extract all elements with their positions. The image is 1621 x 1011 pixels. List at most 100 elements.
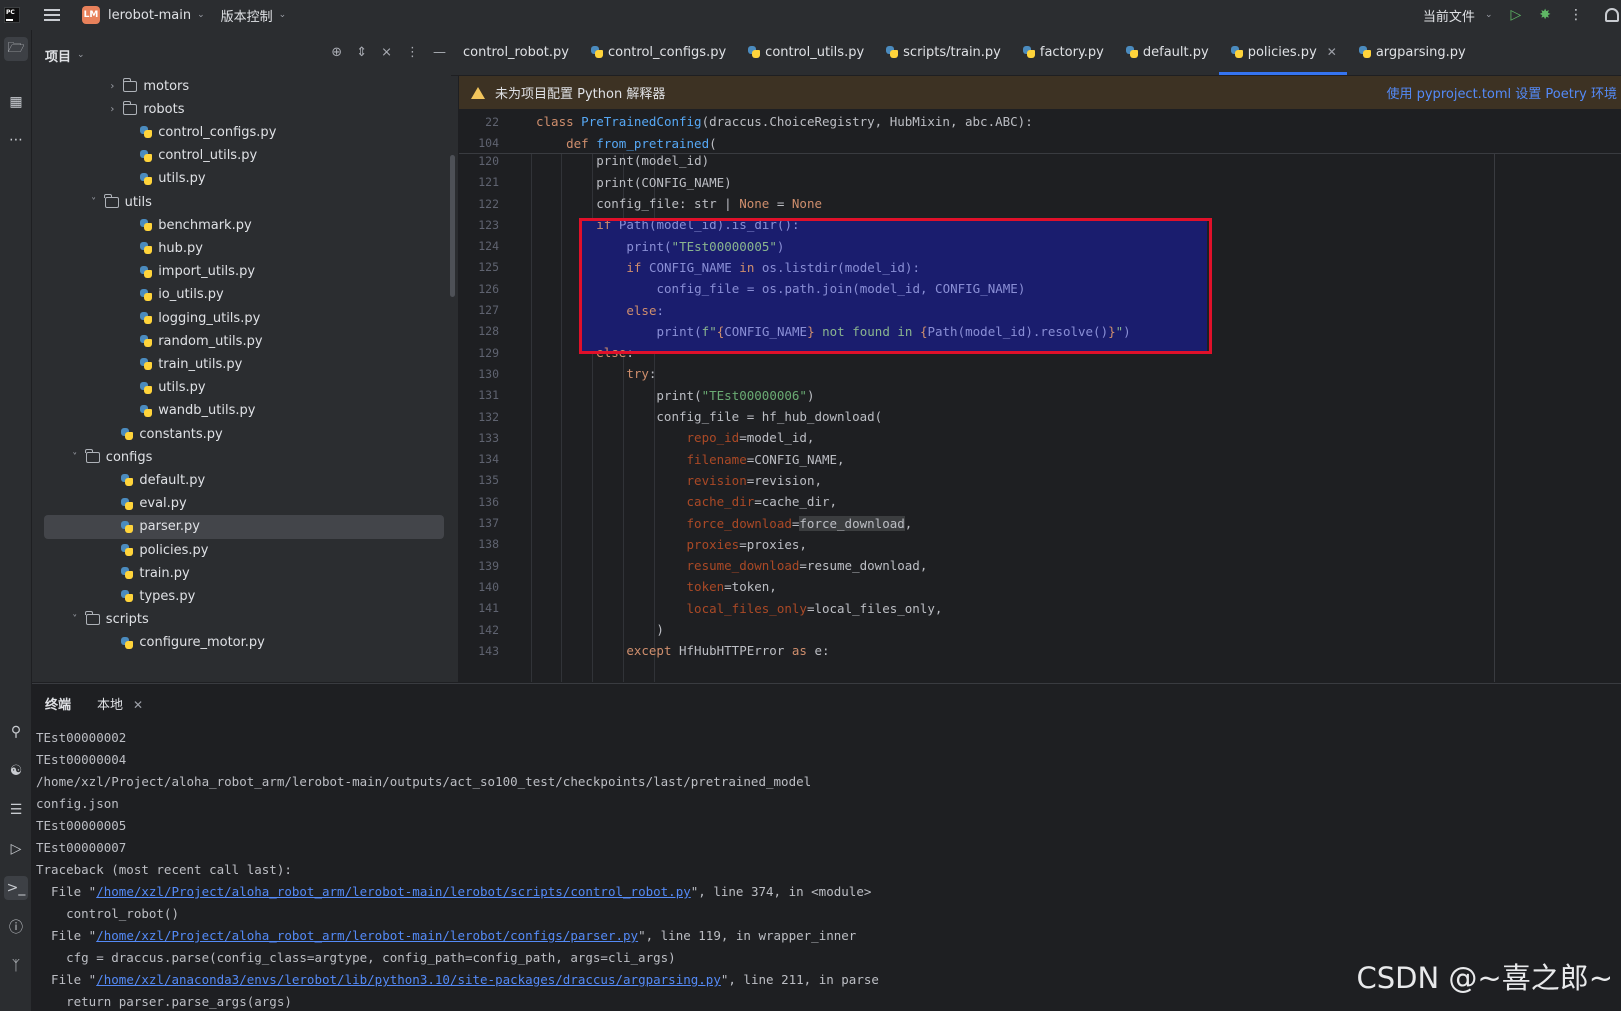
chevron-down-icon[interactable]: ⌄ <box>197 10 205 20</box>
tree-file[interactable]: parser.py <box>44 514 444 539</box>
terminal-file-link[interactable]: /home/xzl/anaconda3/envs/lerobot/lib/pyt… <box>96 972 721 987</box>
terminal-session-tab[interactable]: 本地 ✕ <box>97 694 143 713</box>
banner-link[interactable]: 使用 pyproject.toml 设置 Poetry 环境 <box>1386 83 1617 102</box>
code-line[interactable]: 140 token=token, <box>459 576 1621 598</box>
tab-label: scripts/train.py <box>903 44 1001 60</box>
tree-file[interactable]: train.py <box>32 561 452 585</box>
run-icon[interactable]: ▷ <box>1510 7 1521 23</box>
vcs-menu[interactable]: 版本控制 <box>221 6 273 25</box>
more-actions-icon[interactable]: ⋮ <box>1569 7 1583 23</box>
chevron-down-icon[interactable]: ⌄ <box>1485 10 1493 20</box>
tree-folder[interactable]: ˅ configs <box>32 445 452 469</box>
tree-file[interactable]: utils.py <box>32 167 452 191</box>
tree-file[interactable]: random_utils.py <box>32 329 452 353</box>
editor-tab[interactable]: control_configs.py <box>579 30 736 75</box>
run-config-selector[interactable]: 当前文件 <box>1423 6 1475 25</box>
code-line[interactable]: 135 revision=revision, <box>459 470 1621 492</box>
chevron-down-icon[interactable]: ˅ <box>68 614 82 625</box>
tree-file[interactable]: policies.py <box>32 538 452 562</box>
terminal-panel: 终端 本地 ✕ TEst00000002 TEst00000004/home/xzl… <box>32 683 1621 1011</box>
chevron-down-icon[interactable]: ˅ <box>68 452 82 463</box>
terminal-output[interactable]: TEst00000002 TEst00000004/home/xzl/Projec… <box>36 727 879 1011</box>
line-number: 125 <box>478 260 499 275</box>
code-line[interactable]: 131 print("TEst00000006") <box>459 384 1621 406</box>
chevron-down-icon[interactable]: ⌄ <box>77 50 85 60</box>
editor-tab[interactable]: control_utils.py <box>736 30 874 75</box>
code-line[interactable]: 132 config_file = hf_hub_download( <box>459 406 1621 428</box>
terminal-icon[interactable]: >_ <box>4 876 28 900</box>
search-icon[interactable]: ⚲ <box>4 720 28 744</box>
project-badge[interactable]: LM <box>82 6 100 24</box>
tree-file[interactable]: control_configs.py <box>32 120 452 144</box>
hide-panel-icon[interactable]: — <box>433 45 446 60</box>
locate-icon[interactable]: ⊕ <box>331 45 342 60</box>
tree-file[interactable]: import_utils.py <box>32 260 452 284</box>
close-icon[interactable]: ✕ <box>133 698 143 712</box>
tree-folder[interactable]: › robots <box>32 97 452 121</box>
tree-file[interactable]: wandb_utils.py <box>32 399 452 423</box>
tree-file[interactable]: eval.py <box>32 492 452 516</box>
services-icon[interactable]: ▷ <box>4 837 28 861</box>
chevron-down-icon[interactable]: ˅ <box>87 197 101 208</box>
code-line[interactable]: 137 force_download=force_download, <box>459 512 1621 534</box>
editor-tab[interactable]: factory.py <box>1011 30 1114 75</box>
code-line[interactable]: 134 filename=CONFIG_NAME, <box>459 448 1621 470</box>
tree-file[interactable]: benchmark.py <box>32 213 452 237</box>
tree-file[interactable]: logging_utils.py <box>32 306 452 330</box>
code-line[interactable]: 139 resume_download=resume_download, <box>459 555 1621 577</box>
code-line[interactable]: 122 config_file: str | None = None <box>459 193 1621 215</box>
chevron-right-icon[interactable]: › <box>105 81 119 92</box>
tree-file[interactable]: train_utils.py <box>32 352 452 376</box>
project-panel-title[interactable]: 项目 <box>45 46 71 65</box>
terminal-title[interactable]: 终端 <box>45 694 71 713</box>
structure-icon[interactable]: ▦ <box>4 90 28 114</box>
tree-file[interactable]: default.py <box>32 468 452 492</box>
tree-file[interactable]: utils.py <box>32 376 452 400</box>
tree-folder[interactable]: ˅ utils <box>32 190 452 214</box>
editor-tab[interactable]: policies.py ✕ <box>1218 30 1347 75</box>
sticky-line[interactable]: 104 def from_pretrained( <box>459 132 1621 154</box>
layers-icon[interactable]: ☰ <box>4 798 28 822</box>
tree-file[interactable]: control_utils.py <box>32 144 452 168</box>
editor-tab[interactable]: scripts/train.py <box>874 30 1011 75</box>
code-line[interactable]: 121 print(CONFIG_NAME) <box>459 171 1621 193</box>
chevron-right-icon[interactable]: › <box>105 104 119 115</box>
editor-tab[interactable]: argparsing.py <box>1347 30 1476 75</box>
code-line[interactable]: 130 try: <box>459 363 1621 385</box>
tree-folder[interactable]: › motors <box>32 74 452 98</box>
sticky-line[interactable]: 22 class PreTrainedConfig(draccus.ChoiceR… <box>459 111 1621 133</box>
git-branch-icon[interactable]: ᛉ <box>4 954 28 978</box>
tree-file[interactable]: io_utils.py <box>32 283 452 307</box>
editor-tab[interactable]: control_robot.py <box>451 30 579 75</box>
debug-icon[interactable]: ✸ <box>1539 7 1551 23</box>
tree-file[interactable]: types.py <box>32 584 452 608</box>
main-menu-icon[interactable] <box>44 9 60 21</box>
project-scrollbar[interactable] <box>450 155 455 297</box>
tree-file[interactable]: hub.py <box>32 236 452 260</box>
code-line[interactable]: 133 repo_id=model_id, <box>459 427 1621 449</box>
collapse-all-icon[interactable]: ⨯ <box>381 45 392 60</box>
tree-file[interactable]: configure_motor.py <box>32 631 452 655</box>
code-area[interactable]: 120 print(model_id) 121 print(CONFIG_NAME… <box>459 110 1621 682</box>
pycharm-logo-icon[interactable]: PC <box>4 7 20 23</box>
project-name[interactable]: lerobot-main <box>108 8 191 23</box>
tree-folder[interactable]: ˅ scripts <box>32 608 452 632</box>
terminal-file-link[interactable]: /home/xzl/Project/aloha_robot_arm/lerobo… <box>96 884 691 899</box>
user-icon[interactable] <box>1605 8 1619 22</box>
code-line[interactable]: 138 proxies=proxies, <box>459 533 1621 555</box>
code-line[interactable]: 141 local_files_only=local_files_only, <box>459 597 1621 619</box>
code-line[interactable]: 142 ) <box>459 619 1621 641</box>
code-line[interactable]: 136 cache_dir=cache_dir, <box>459 491 1621 513</box>
project-folder-icon[interactable]: 🗁 <box>4 37 28 61</box>
tree-file[interactable]: constants.py <box>32 422 452 446</box>
options-icon[interactable]: ⋮ <box>406 45 419 60</box>
code-line[interactable]: 143 except HfHubHTTPError as e: <box>459 640 1621 662</box>
expand-all-icon[interactable]: ⇕ <box>356 45 367 60</box>
editor-tab[interactable]: default.py <box>1114 30 1219 75</box>
terminal-file-link[interactable]: /home/xzl/Project/aloha_robot_arm/lerobo… <box>96 928 638 943</box>
close-icon[interactable]: ✕ <box>1327 45 1337 59</box>
more-tools-icon[interactable]: ⋯ <box>4 128 28 152</box>
python-console-icon[interactable]: ☯ <box>4 759 28 783</box>
problems-icon[interactable]: ⓘ <box>4 915 28 939</box>
chevron-down-icon[interactable]: ⌄ <box>279 10 287 20</box>
